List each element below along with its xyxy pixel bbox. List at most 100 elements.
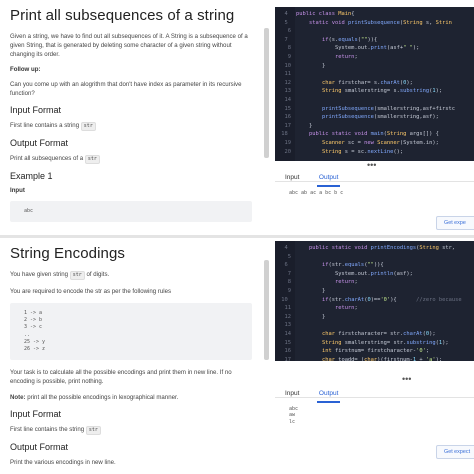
code-lines[interactable]: 4 public class Main{5 static void printS… <box>275 10 474 156</box>
code-line[interactable]: 18 public static void main(String args[]… <box>275 130 474 139</box>
code-area: 4 public class Main{5 static void printS… <box>275 0 474 235</box>
code-text: System.out.print(asf+" "); <box>296 45 420 52</box>
code-line[interactable]: 17 } <box>275 122 474 131</box>
line-number: 7 <box>287 270 291 277</box>
line-number: 16 <box>284 114 292 121</box>
inline-code: str <box>85 426 101 436</box>
code-line[interactable]: 4 public class Main{ <box>275 10 474 19</box>
code-line[interactable]: 5 <box>275 253 474 262</box>
code-line[interactable]: 9 } <box>275 287 474 296</box>
note-text: Note: print all the possible encodings i… <box>10 393 252 402</box>
tab-input[interactable]: Input <box>285 386 299 402</box>
line-number: 14 <box>284 330 292 337</box>
code-line[interactable]: 12 char firstchar= s.charAt(0); <box>275 79 474 88</box>
encode-text: You are required to encode the str as pe… <box>10 288 172 295</box>
code-line[interactable]: 19 Scanner sc = new Scanner(System.in); <box>275 139 474 148</box>
line-number: 10 <box>284 62 292 69</box>
code-text: return; <box>334 53 358 60</box>
line-number: 19 <box>284 139 292 146</box>
code-line[interactable]: 16 int firstnum= firstcharacter-'0'; <box>275 347 474 356</box>
io-tabs: Input Output <box>275 166 474 187</box>
code-line[interactable]: 17 char toadd= (char)(firstnum-1 + 'a'); <box>275 356 474 361</box>
line-number: 9 <box>287 53 291 60</box>
problem-description: String Encodings You have given string s… <box>0 238 262 473</box>
code-line[interactable]: 8 return; <box>275 278 474 287</box>
code-line[interactable]: 13 <box>275 321 474 330</box>
io-tabs: Input Output <box>275 382 474 403</box>
get-expected-output-button[interactable]: Get expect <box>436 445 474 459</box>
code-line[interactable]: 7 System.out.println(asf); <box>275 270 474 279</box>
code-line[interactable]: 20 String s = sc.nextLine(); <box>275 148 474 157</box>
follow-up-text: Can you come up with an alogrithm that d… <box>10 81 242 97</box>
inline-code: str <box>69 271 85 280</box>
code-line[interactable]: 11 <box>275 70 474 79</box>
input-format-title: Input Format <box>10 105 62 115</box>
output-text: abc aw lc <box>289 406 299 425</box>
input-format-text: First line contains the string str <box>10 425 252 436</box>
line-number: 14 <box>284 96 292 103</box>
rule-line: .. <box>24 331 31 338</box>
code-line[interactable]: 11 return; <box>275 304 474 313</box>
code-lines[interactable]: 4 public static void printEncodings(Stri… <box>275 244 474 361</box>
line-number: 17 <box>284 122 292 129</box>
code-line[interactable]: 15 String smallerstring= str.substring(1… <box>275 339 474 348</box>
example-title: Example 1 <box>10 171 53 181</box>
line-number: 12 <box>284 313 292 320</box>
task-text: Your task is to calculate all the possib… <box>10 369 232 386</box>
code-line[interactable]: 4 public static void printEncodings(Stri… <box>275 244 474 253</box>
code-line[interactable]: 16 printSubsequence(smallerstring,asf); <box>275 113 474 122</box>
io-panel: Input Output abc ab ac a bc b c Get expe <box>275 166 474 235</box>
line-number: 5 <box>287 253 291 260</box>
output-text: abc ab ac a bc b c <box>289 190 344 196</box>
code-line[interactable]: 10 if(str.charAt(0)=='0'){ //zero becaus… <box>275 296 474 305</box>
problem-title: String Encodings <box>10 245 126 262</box>
code-line[interactable]: 6 if(str.equals("")){ <box>275 261 474 270</box>
code-line[interactable]: 7 if(s.equals("")){ <box>275 36 474 45</box>
input-format-desc: First line contains the string <box>10 426 85 434</box>
code-line[interactable]: 6 <box>275 27 474 36</box>
code-editor[interactable]: 4 public static void printEncodings(Stri… <box>275 241 474 361</box>
code-line[interactable]: 15 printSubsequence(smallerstring,asf+fi… <box>275 105 474 114</box>
input-format-desc: First line contains a string <box>10 122 80 129</box>
line-number: 18 <box>281 131 291 138</box>
description-scrollbar[interactable] <box>264 28 269 158</box>
output-format-desc: Print all subsequences of a <box>10 155 84 162</box>
line-number: 6 <box>284 262 291 269</box>
tab-output[interactable]: Output <box>316 386 340 403</box>
output-format-text: Print all subsequences of a str <box>10 154 252 164</box>
code-text: String smallerstring= s.substring(1); <box>321 88 443 95</box>
code-line[interactable]: 12 } <box>275 313 474 322</box>
get-expected-output-button[interactable]: Get expe <box>436 216 474 230</box>
line-number: 5 <box>284 19 291 26</box>
code-line[interactable]: 14 <box>275 96 474 105</box>
code-line[interactable]: 13 String smallerstring= s.substring(1); <box>275 87 474 96</box>
code-text: public static void printEncodings(String… <box>308 245 456 251</box>
tab-output[interactable]: Output <box>316 170 340 187</box>
code-text: String smallerstring= str.substring(1); <box>321 339 449 346</box>
problem-panel-subsequences: Print all subsequences of a string Given… <box>0 0 474 235</box>
note-label: Note: <box>10 394 26 402</box>
code-text: int firstnum= firstcharacter-'0'; <box>321 348 430 355</box>
code-editor[interactable]: 4 public class Main{5 static void printS… <box>275 7 474 161</box>
code-text: } <box>296 62 326 69</box>
line-number: 16 <box>284 348 292 355</box>
code-line[interactable]: 5 static void printSubsequence(String s,… <box>275 19 474 28</box>
line-number: 8 <box>287 45 291 52</box>
description-scrollbar[interactable] <box>264 260 269 360</box>
problem-title: Print all subsequences of a string <box>10 7 235 24</box>
code-text: Scanner sc = new Scanner(System.in); <box>321 139 439 146</box>
intro-suffix: of digits. <box>86 271 110 278</box>
code-line[interactable]: 14 char firstcharacter= str.charAt(0); <box>275 330 474 339</box>
line-number: 11 <box>284 305 292 312</box>
code-text: System.out.println(asf); <box>296 270 413 277</box>
code-line[interactable]: 9 return; <box>275 53 474 62</box>
line-number: 10 <box>281 296 291 303</box>
code-text: } <box>296 313 326 320</box>
code-area: 4 public static void printEncodings(Stri… <box>275 238 474 473</box>
code-text: if(s.equals("")){ <box>321 36 378 43</box>
code-line[interactable]: 10 } <box>275 62 474 71</box>
line-number: 11 <box>284 71 292 78</box>
code-text: public class Main{ <box>296 11 355 17</box>
code-line[interactable]: 8 System.out.print(asf+" "); <box>275 44 474 53</box>
tab-input[interactable]: Input <box>285 170 299 186</box>
